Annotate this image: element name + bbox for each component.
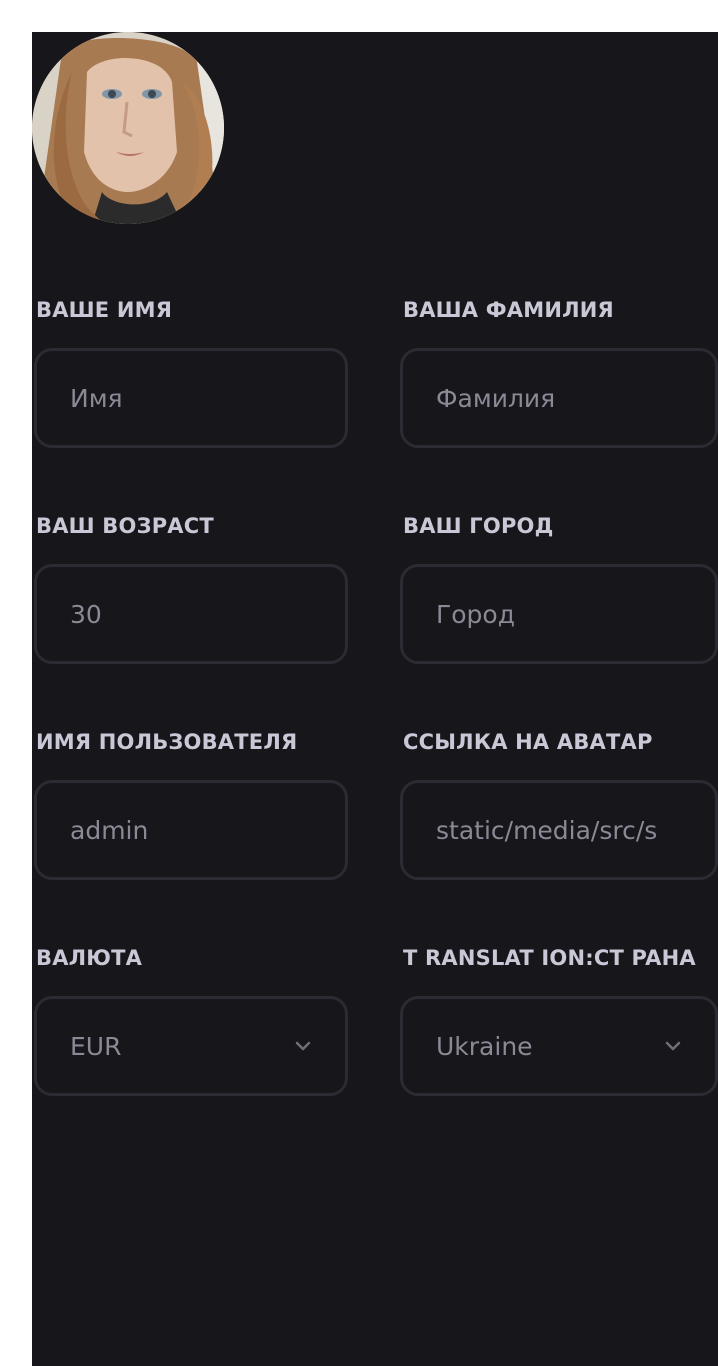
age-label: ВАШ ВОЗРАСТ xyxy=(36,514,214,538)
username-label: ИМЯ ПОЛЬЗОВАТЕЛЯ xyxy=(36,730,298,754)
username-input[interactable] xyxy=(37,783,345,877)
country-select[interactable]: Ukraine xyxy=(400,996,718,1096)
profile-form-panel: ВАШЕ ИМЯ ВАША ФАМИЛИЯ ВАШ ВОЗРАСТ ВАШ ГО… xyxy=(32,32,718,1366)
age-input[interactable] xyxy=(37,567,345,661)
currency-label: ВАЛЮТА xyxy=(36,946,143,970)
chevron-down-icon xyxy=(665,1041,681,1051)
country-selected-value: Ukraine xyxy=(436,1031,533,1061)
last-name-label: ВАША ФАМИЛИЯ xyxy=(403,298,614,322)
first-name-field[interactable] xyxy=(34,348,348,448)
avatar-image xyxy=(32,32,224,224)
last-name-input[interactable] xyxy=(403,351,715,445)
last-name-field[interactable] xyxy=(400,348,718,448)
avatar[interactable] xyxy=(32,32,224,224)
age-field[interactable] xyxy=(34,564,348,664)
chevron-down-icon xyxy=(295,1041,311,1051)
username-field[interactable] xyxy=(34,780,348,880)
avatar-link-field[interactable] xyxy=(400,780,718,880)
avatar-link-label: ССЫЛКА НА АВАТАР xyxy=(403,730,653,754)
avatar-link-input[interactable] xyxy=(403,783,715,877)
currency-select[interactable]: EUR xyxy=(34,996,348,1096)
city-field[interactable] xyxy=(400,564,718,664)
city-label: ВАШ ГОРОД xyxy=(403,514,554,538)
first-name-label: ВАШЕ ИМЯ xyxy=(36,298,173,322)
currency-selected-value: EUR xyxy=(70,1031,122,1061)
city-input[interactable] xyxy=(403,567,715,661)
first-name-input[interactable] xyxy=(37,351,345,445)
country-label: T RANSLAT ION:CT PAHA xyxy=(403,946,696,970)
